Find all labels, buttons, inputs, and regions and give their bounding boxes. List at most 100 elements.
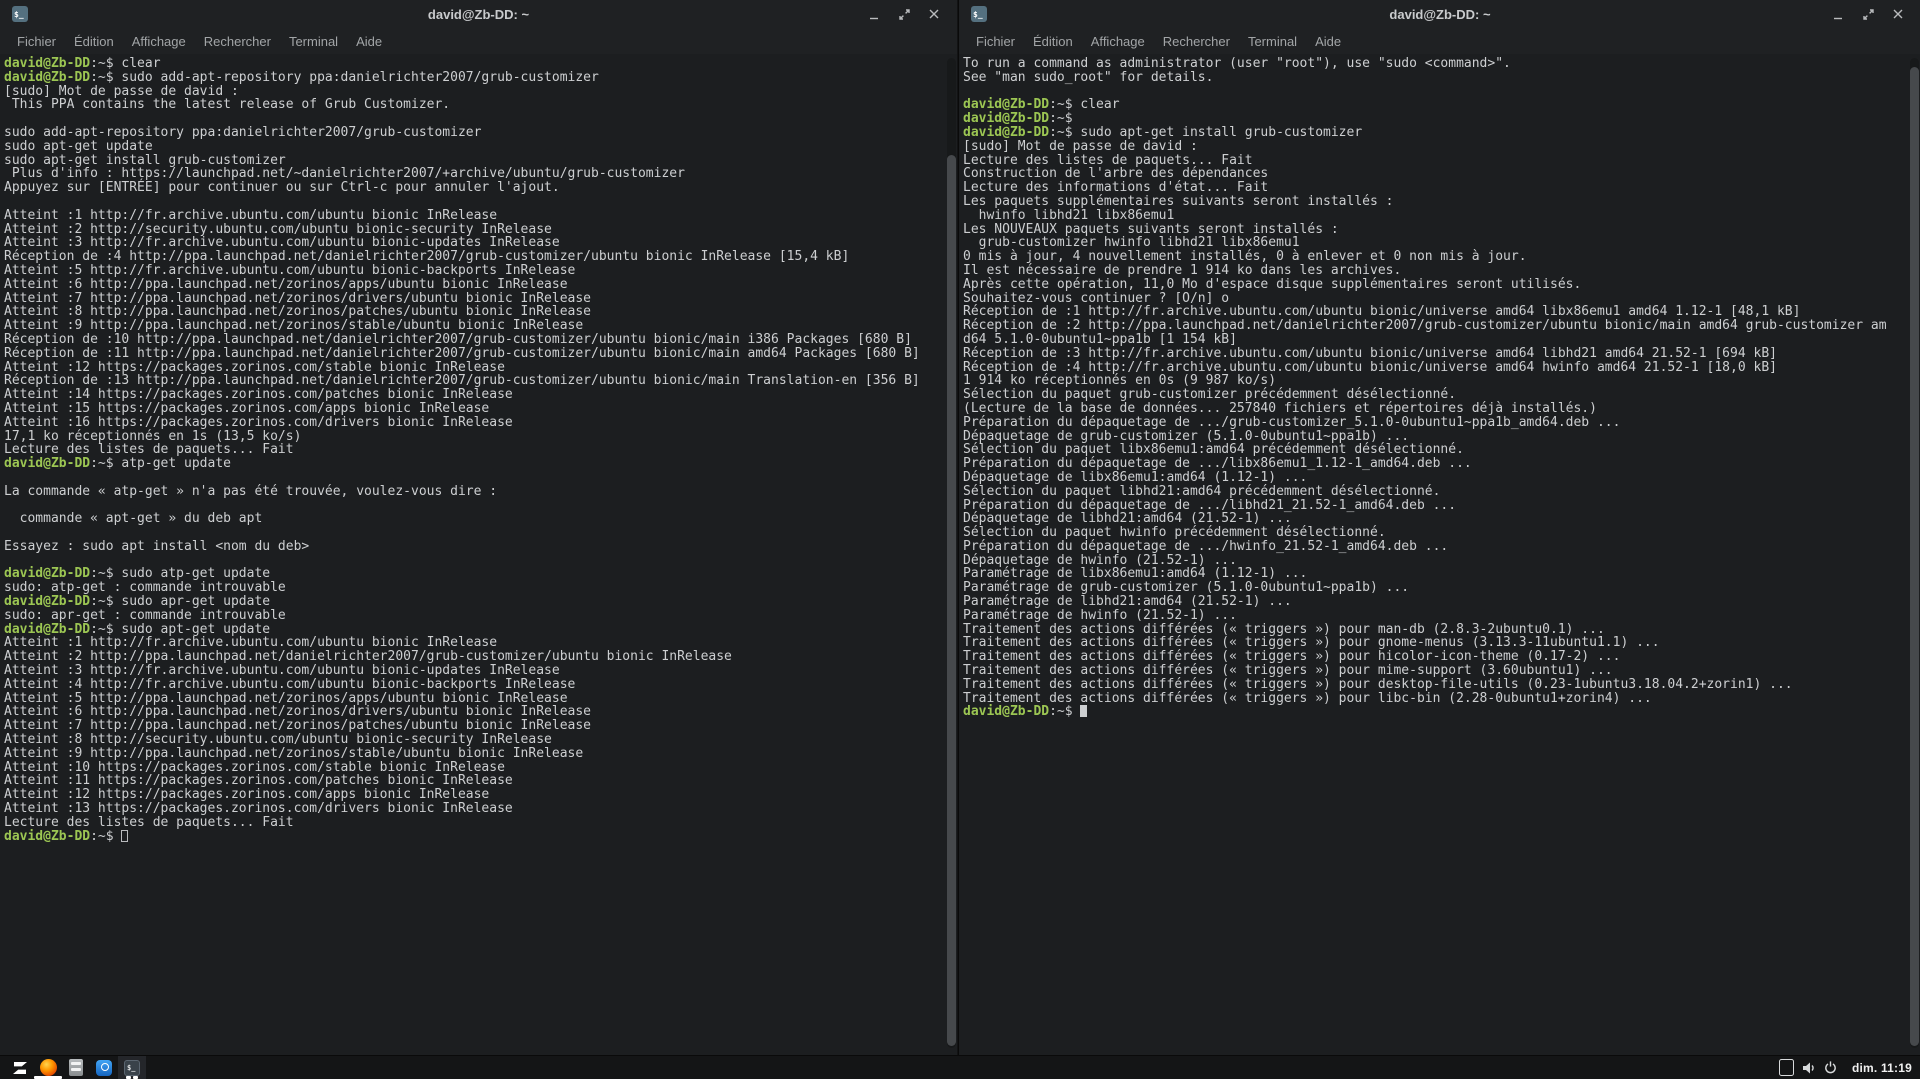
close-button[interactable]: [1883, 2, 1913, 26]
minimize-button[interactable]: [1823, 2, 1853, 26]
display-icon[interactable]: [1776, 1056, 1798, 1079]
terminal-line: Paramétrage de grub-customizer (5.1.0-0u…: [963, 581, 1920, 595]
menubar: FichierÉditionAffichageRechercherTermina…: [959, 28, 1920, 54]
terminal-viewport[interactable]: david@Zb-DD:~$ cleardavid@Zb-DD:~$ sudo …: [0, 54, 957, 1056]
terminal-line: Dépaquetage de hwinfo (21.52-1) ...: [963, 554, 1920, 568]
menu-fichier[interactable]: Fichier: [8, 32, 65, 51]
terminal-line: 0 mis à jour, 4 nouvellement installés, …: [963, 250, 1920, 264]
menu-terminal[interactable]: Terminal: [1239, 32, 1306, 51]
terminal-viewport[interactable]: To run a command as administrator (user …: [959, 54, 1920, 1056]
terminal-line: david@Zb-DD:~$ sudo atp-get update: [4, 567, 957, 581]
terminal-line: 17,1 ko réceptionnés en 1s (13,5 ko/s): [4, 430, 957, 444]
menu-aide[interactable]: Aide: [347, 32, 391, 51]
terminal-line: david@Zb-DD:~$ clear: [4, 57, 957, 71]
menu-affichage[interactable]: Affichage: [1082, 32, 1154, 51]
menu-affichage[interactable]: Affichage: [123, 32, 195, 51]
terminal-line: Atteint :8 http://security.ubuntu.com/ub…: [4, 733, 957, 747]
terminal-line: Réception de :4 http://ppa.launchpad.net…: [4, 250, 957, 264]
terminal-line: [4, 499, 957, 513]
terminal-line: Atteint :5 http://fr.archive.ubuntu.com/…: [4, 264, 957, 278]
terminal-line: Atteint :14 https://packages.zorinos.com…: [4, 388, 957, 402]
close-button[interactable]: [919, 2, 949, 26]
shell-prompt: david@Zb-DD: [963, 111, 1049, 126]
titlebar[interactable]: $_ david@Zb-DD: ~: [0, 0, 957, 28]
minimize-button[interactable]: [859, 2, 889, 26]
terminal-line: Dépaquetage de grub-customizer (5.1.0-0u…: [963, 430, 1920, 444]
software-icon[interactable]: [90, 1056, 118, 1079]
terminal-line: [4, 554, 957, 568]
terminal-line: Réception de :10 http://ppa.launchpad.ne…: [4, 333, 957, 347]
terminal-line: Les paquets supplémentaires suivants ser…: [963, 195, 1920, 209]
terminal-cursor: [121, 830, 128, 842]
terminal-line: [sudo] Mot de passe de david :: [963, 140, 1920, 154]
terminal-line: sudo add-apt-repository ppa:danielrichte…: [4, 126, 957, 140]
menu-terminal[interactable]: Terminal: [280, 32, 347, 51]
terminal-line: La commande « atp-get » n'a pas été trou…: [4, 485, 957, 499]
terminal-line: david@Zb-DD:~$ sudo add-apt-repository p…: [4, 71, 957, 85]
terminal-line: Appuyez sur [ENTRÉE] pour continuer ou s…: [4, 181, 957, 195]
clock[interactable]: dim. 11:19: [1852, 1061, 1912, 1075]
firefox-icon[interactable]: [34, 1056, 62, 1079]
terminal-line: (Lecture de la base de données... 257840…: [963, 402, 1920, 416]
terminal-line: To run a command as administrator (user …: [963, 57, 1920, 71]
terminal-line: Lecture des listes de paquets... Fait: [4, 816, 957, 830]
terminal-line: Atteint :6 http://ppa.launchpad.net/zori…: [4, 705, 957, 719]
taskbar-app-icons: $_: [0, 1056, 146, 1079]
terminal-line: Atteint :2 http://security.ubuntu.com/ub…: [4, 223, 957, 237]
menu-aide[interactable]: Aide: [1306, 32, 1350, 51]
zorin-menu-icon[interactable]: [6, 1056, 34, 1079]
files-icon[interactable]: [62, 1056, 90, 1079]
scrollbar-thumb[interactable]: [1910, 67, 1919, 1046]
terminal-line: Préparation du dépaquetage de .../hwinfo…: [963, 540, 1920, 554]
terminal-line: Réception de :3 http://fr.archive.ubuntu…: [963, 347, 1920, 361]
terminal-line: commande « apt-get » du deb apt: [4, 512, 957, 526]
menu-rechercher[interactable]: Rechercher: [1154, 32, 1239, 51]
terminal-line: Les NOUVEAUX paquets suivants seront ins…: [963, 223, 1920, 237]
power-icon[interactable]: [1820, 1056, 1842, 1079]
terminal-line: Atteint :6 http://ppa.launchpad.net/zori…: [4, 278, 957, 292]
terminal-line: Atteint :2 http://ppa.launchpad.net/dani…: [4, 650, 957, 664]
menu-fichier[interactable]: Fichier: [967, 32, 1024, 51]
terminal-line: Atteint :12 https://packages.zorinos.com…: [4, 788, 957, 802]
terminal-line: Atteint :7 http://ppa.launchpad.net/zori…: [4, 292, 957, 306]
terminal-window-left: $_ david@Zb-DD: ~ FichierÉditionAffichag…: [0, 0, 957, 1056]
menu-edition[interactable]: Édition: [65, 32, 123, 51]
terminal-line: david@Zb-DD:~$ sudo apr-get update: [4, 595, 957, 609]
restore-button[interactable]: [1853, 2, 1883, 26]
terminal-line: sudo: atp-get : commande introuvable: [4, 581, 957, 595]
window-title: david@Zb-DD: ~: [959, 7, 1920, 22]
menubar: FichierÉditionAffichageRechercherTermina…: [0, 28, 957, 54]
terminal-line: Atteint :16 https://packages.zorinos.com…: [4, 416, 957, 430]
scrollbar-thumb[interactable]: [947, 155, 956, 1046]
terminal-line: Atteint :5 http://ppa.launchpad.net/zori…: [4, 692, 957, 706]
terminal-line: [963, 85, 1920, 99]
restore-button[interactable]: [889, 2, 919, 26]
terminal-line: david@Zb-DD:~$: [963, 705, 1920, 719]
terminal-line: Sélection du paquet grub-customizer préc…: [963, 388, 1920, 402]
terminal-line: sudo apt-get install grub-customizer: [4, 154, 957, 168]
volume-icon[interactable]: [1798, 1056, 1820, 1079]
terminal-line: Paramétrage de libhd21:amd64 (21.52-1) .…: [963, 595, 1920, 609]
terminal-line: david@Zb-DD:~$ sudo apt-get update: [4, 623, 957, 637]
terminal-icon[interactable]: $_: [118, 1056, 146, 1079]
titlebar[interactable]: $_ david@Zb-DD: ~: [959, 0, 1920, 28]
terminal-line: Sélection du paquet hwinfo précédemment …: [963, 526, 1920, 540]
terminal-line: [4, 112, 957, 126]
shell-prompt: david@Zb-DD: [963, 125, 1049, 140]
terminal-line: Traitement des actions différées (« trig…: [963, 623, 1920, 637]
terminal-line: Essayez : sudo apt install <nom du deb>: [4, 540, 957, 554]
terminal-line: Dépaquetage de libx86emu1:amd64 (1.12-1)…: [963, 471, 1920, 485]
terminal-line: d64 5.1.0-0ubuntu1~ppa1b [1 154 kB]: [963, 333, 1920, 347]
shell-prompt: david@Zb-DD: [4, 56, 90, 71]
menu-rechercher[interactable]: Rechercher: [195, 32, 280, 51]
terminal-line: Dépaquetage de libhd21:amd64 (21.52-1) .…: [963, 512, 1920, 526]
menu-edition[interactable]: Édition: [1024, 32, 1082, 51]
terminal-line: Traitement des actions différées (« trig…: [963, 692, 1920, 706]
shell-prompt: david@Zb-DD: [4, 566, 90, 581]
terminal-line: Lecture des listes de paquets... Fait: [4, 443, 957, 457]
terminal-line: Réception de :11 http://ppa.launchpad.ne…: [4, 347, 957, 361]
terminal-line: Préparation du dépaquetage de .../libhd2…: [963, 499, 1920, 513]
terminal-line: david@Zb-DD:~$: [963, 112, 1920, 126]
terminal-line: This PPA contains the latest release of …: [4, 98, 957, 112]
shell-prompt: david@Zb-DD: [4, 70, 90, 85]
